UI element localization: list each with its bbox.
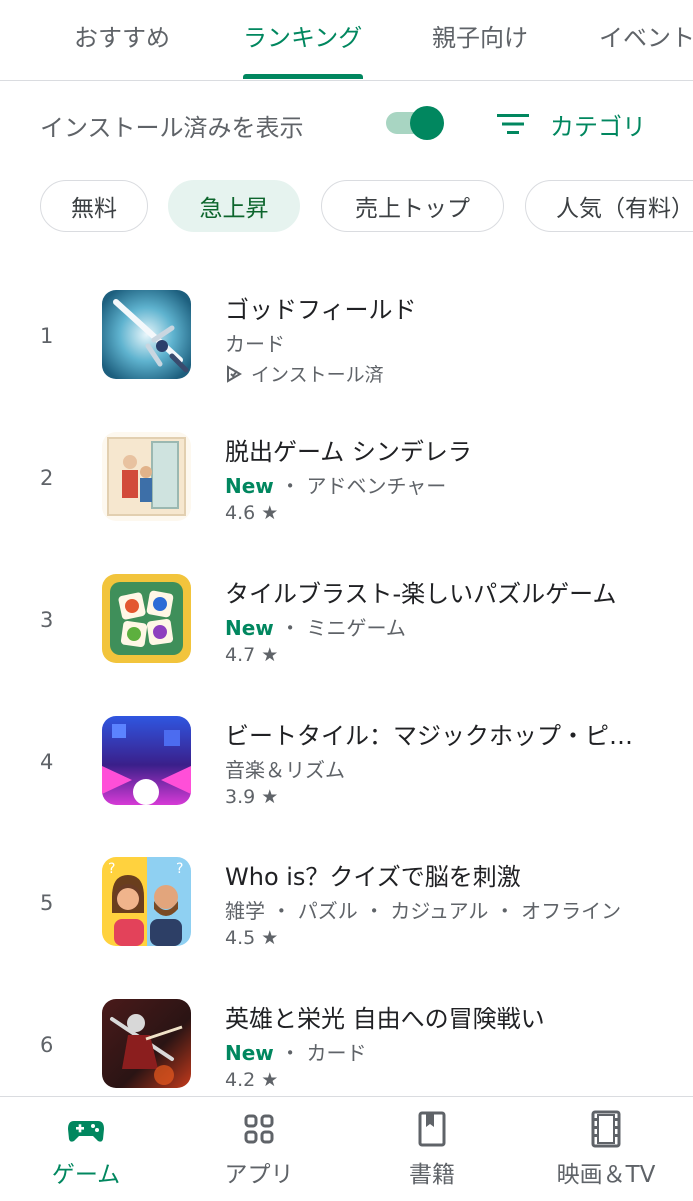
warrior-icon[interactable] xyxy=(102,999,191,1088)
app-meta: New ・ ミニゲーム xyxy=(225,612,406,641)
star-icon: ★ xyxy=(261,1069,279,1091)
list-item[interactable]: 5 ? ? Who is？クイズで脳を刺激 雑学 ・ パズル ・ カジュアル ・… xyxy=(0,857,693,977)
install-status: インストール済 xyxy=(225,360,384,387)
app-title: ゴッドフィールド xyxy=(225,296,417,324)
tab-events[interactable]: イベント xyxy=(599,18,693,53)
installed-play-icon xyxy=(227,364,242,383)
bottom-navigation: ゲーム アプリ 書籍 映画＆TV xyxy=(0,1096,693,1201)
nav-movies[interactable]: 映画＆TV xyxy=(536,1109,676,1189)
app-title: タイルブラスト-楽しいパズルゲーム xyxy=(225,580,617,608)
nav-books[interactable]: 書籍 xyxy=(362,1109,502,1189)
rating-value: 4.2 xyxy=(225,1069,256,1091)
rank-number: 2 xyxy=(40,466,54,490)
list-item[interactable]: 1 ゴッドフィールド カード インストール済 xyxy=(0,290,693,410)
nav-books-label: 書籍 xyxy=(409,1162,455,1188)
nav-games[interactable]: ゲーム xyxy=(16,1109,156,1189)
installed-toggle-label: インストール済みを表示 xyxy=(40,114,304,142)
list-item[interactable]: 3 タイルブラスト-楽しいパズルゲーム New ・ ミニゲーム 4.7 ★ xyxy=(0,574,693,694)
quiz-couple-icon[interactable]: ? ? xyxy=(102,857,191,946)
neon-ball-icon[interactable] xyxy=(102,716,191,805)
app-genre: カード xyxy=(225,332,285,356)
book-icon xyxy=(418,1111,446,1147)
tab-recommended[interactable]: おすすめ xyxy=(74,18,170,53)
fruit-tiles-icon[interactable] xyxy=(102,574,191,663)
star-icon: ★ xyxy=(261,502,279,524)
tab-family[interactable]: 親子向け xyxy=(432,18,528,53)
star-icon: ★ xyxy=(261,927,279,949)
app-meta: New ・ カード xyxy=(225,1037,367,1066)
nav-movies-label: 映画＆TV xyxy=(556,1162,656,1188)
new-badge: New xyxy=(225,616,274,640)
app-rating: 4.7 ★ xyxy=(225,644,278,666)
app-meta: 音楽＆リズム xyxy=(225,754,345,783)
app-rating: 4.2 ★ xyxy=(225,1069,278,1091)
rank-number: 5 xyxy=(40,891,54,915)
app-genre: ・ ミニゲーム xyxy=(280,616,406,640)
app-title: 脱出ゲーム シンデレラ xyxy=(225,438,472,466)
install-status-text: インストール済 xyxy=(251,364,384,386)
sword-icon[interactable] xyxy=(102,290,191,379)
rating-value: 4.5 xyxy=(225,927,256,949)
list-item[interactable]: 4 ビートタイル：マジックホップ・ピ… 音楽＆リズム 3.9 ★ xyxy=(0,716,693,836)
app-genre: 雑学 ・ パズル ・ カジュアル ・ オフライン xyxy=(225,899,622,923)
new-badge: New xyxy=(225,1041,274,1065)
app-category: カード xyxy=(225,328,285,357)
rank-number: 3 xyxy=(40,608,54,632)
rank-number: 4 xyxy=(40,750,54,774)
rank-number: 6 xyxy=(40,1033,54,1057)
svg-text:?: ? xyxy=(176,861,183,877)
rating-value: 3.9 xyxy=(225,786,256,808)
top-tab-bar: おすすめ ランキング 親子向け イベント xyxy=(0,0,693,81)
category-label: カテゴリ xyxy=(550,112,646,141)
rating-value: 4.7 xyxy=(225,644,256,666)
chip-trending[interactable]: 急上昇 xyxy=(168,180,300,232)
tab-ranking[interactable]: ランキング xyxy=(243,18,362,53)
gamepad-icon xyxy=(68,1121,104,1142)
app-meta: New ・ アドベンチャー xyxy=(225,470,446,499)
svg-text:?: ? xyxy=(108,861,115,877)
chip-top-grossing[interactable]: 売上トップ xyxy=(321,180,504,232)
app-genre: ・ アドベンチャー xyxy=(280,474,447,498)
rating-value: 4.6 xyxy=(225,502,256,524)
chip-top-paid[interactable]: 人気（有料） xyxy=(525,180,693,232)
installed-toggle-switch[interactable] xyxy=(386,106,444,140)
app-meta: 雑学 ・ パズル ・ カジュアル ・ オフライン xyxy=(225,895,621,924)
app-title: 英雄と栄光 自由への冒険戦い xyxy=(225,1005,545,1033)
list-item[interactable]: 2 脱出ゲーム シンデレラ New ・ アドベンチャー 4.6 ★ xyxy=(0,432,693,552)
category-button[interactable]: カテゴリ xyxy=(496,104,646,144)
app-title: Who is？クイズで脳を刺激 xyxy=(225,863,521,891)
rank-number: 1 xyxy=(40,324,54,348)
filter-icon xyxy=(497,114,529,134)
nav-games-label: ゲーム xyxy=(51,1162,121,1188)
star-icon: ★ xyxy=(261,786,279,808)
film-icon xyxy=(591,1110,621,1148)
app-rating: 4.5 ★ xyxy=(225,927,278,949)
app-title: ビートタイル：マジックホップ・ピ… xyxy=(225,722,633,750)
switch-thumb xyxy=(410,106,444,140)
app-rating: 3.9 ★ xyxy=(225,786,278,808)
app-genre: 音楽＆リズム xyxy=(225,758,345,782)
active-tab-indicator xyxy=(243,74,363,79)
nav-apps-label: アプリ xyxy=(224,1162,294,1188)
app-rating: 4.6 ★ xyxy=(225,502,278,524)
star-icon: ★ xyxy=(261,644,279,666)
nav-apps[interactable]: アプリ xyxy=(189,1109,329,1189)
new-badge: New xyxy=(225,474,274,498)
chip-free[interactable]: 無料 xyxy=(40,180,148,232)
apps-grid-icon xyxy=(244,1114,274,1144)
storybook-icon[interactable] xyxy=(102,432,191,521)
app-genre: ・ カード xyxy=(280,1041,367,1065)
